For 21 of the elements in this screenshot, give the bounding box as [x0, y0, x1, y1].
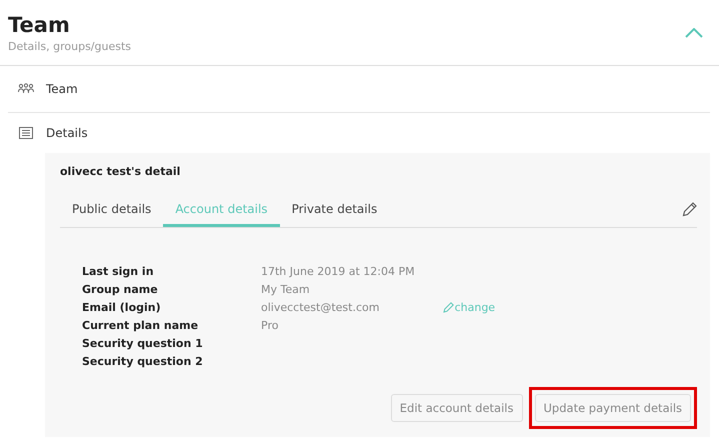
field-label: Security question 1 — [82, 337, 204, 350]
list-icon — [19, 127, 33, 139]
field-value: My Team — [261, 283, 311, 296]
field-label: Security question 2 — [82, 355, 204, 368]
tab[interactable]: Private details — [280, 192, 390, 227]
field-value: Pro — [261, 319, 280, 332]
card-title: olivecc test's detail — [60, 165, 182, 178]
field-value: 17th June 2019 at 12:04 PM — [261, 265, 415, 278]
pencil-icon — [442, 302, 454, 313]
nav-item[interactable]: Details — [46, 126, 88, 140]
section-title: Team — [8, 12, 71, 38]
field-label: Last sign in — [82, 265, 155, 278]
people-icon — [18, 83, 34, 95]
nav-item[interactable]: Team — [46, 82, 78, 96]
pencil-icon[interactable] — [682, 202, 697, 217]
field-label: Group name — [82, 283, 159, 296]
field-value: olivecctest@test.com — [261, 301, 380, 314]
tab[interactable]: Public details — [60, 192, 164, 227]
field-label: Current plan name — [82, 319, 200, 332]
section-subtitle: Details, groups/guests — [8, 40, 132, 53]
field-label: Email (login) — [82, 301, 162, 314]
